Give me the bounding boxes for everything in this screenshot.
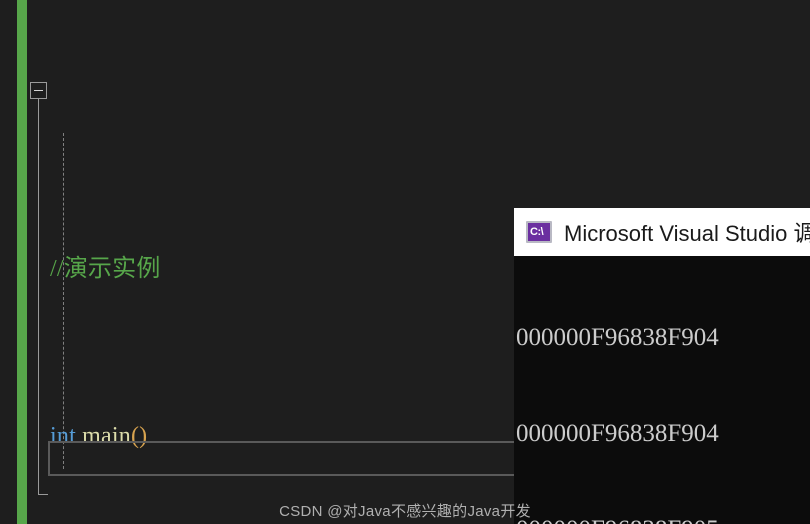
screenshot-root: //演示实例 int main() { int n = 10; char* pc… — [0, 0, 810, 524]
console-output-line: 000000F96838F904 — [516, 420, 719, 447]
token-comment: //演示实例 — [50, 256, 161, 283]
console-app-icon: C:\ — [526, 221, 552, 243]
console-output-line: 000000F96838F904 — [516, 324, 719, 351]
console-output[interactable]: 000000F96838F904 000000F96838F904 000000… — [514, 256, 810, 524]
console-icon-glyph: C:\ — [530, 226, 544, 238]
token-function-main: main — [82, 422, 131, 449]
code-line-spacer — [0, 100, 810, 120]
console-window[interactable]: C:\ Microsoft Visual Studio 调 000000F968… — [514, 208, 810, 524]
console-window-title: Microsoft Visual Studio 调 — [564, 221, 810, 246]
console-titlebar[interactable]: C:\ Microsoft Visual Studio 调 — [514, 208, 810, 256]
token-parens: () — [130, 422, 148, 449]
token-keyword-int: int — [50, 422, 76, 449]
console-output-line: 000000F96838F905 — [516, 514, 810, 524]
